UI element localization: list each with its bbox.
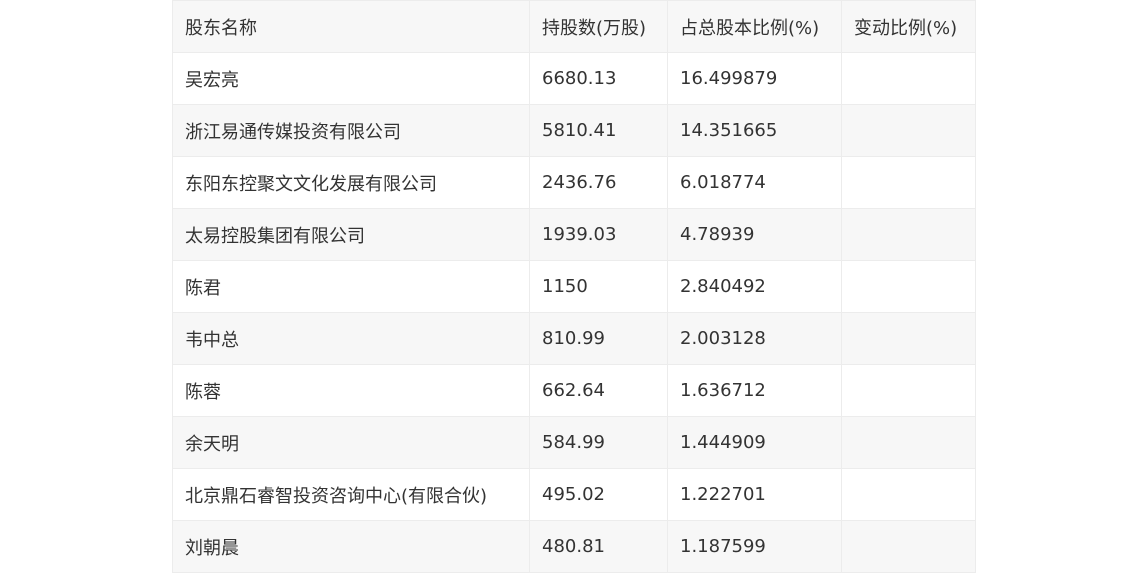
cell-change-ratio (841, 312, 976, 365)
table-row: 北京鼎石睿智投资咨询中心(有限合伙) 495.02 1.222701 (172, 468, 976, 521)
table-row: 浙江易通传媒投资有限公司 5810.41 14.351665 (172, 104, 976, 157)
cell-shareholder-name: 北京鼎石睿智投资咨询中心(有限合伙) (172, 468, 530, 521)
table-row: 陈蓉 662.64 1.636712 (172, 364, 976, 417)
table-row: 陈君 1150 2.840492 (172, 260, 976, 313)
table-row: 韦中总 810.99 2.003128 (172, 312, 976, 365)
cell-change-ratio (841, 52, 976, 105)
table-row: 吴宏亮 6680.13 16.499879 (172, 52, 976, 105)
cell-share-ratio: 6.018774 (667, 156, 842, 209)
cell-shares-held: 1939.03 (529, 208, 668, 261)
shareholder-table-container: 股东名称 持股数(万股) 占总股本比例(%) 变动比例(%) 吴宏亮 6680.… (172, 0, 976, 573)
cell-change-ratio (841, 260, 976, 313)
cell-change-ratio (841, 520, 976, 573)
table-row: 东阳东控聚文文化发展有限公司 2436.76 6.018774 (172, 156, 976, 209)
cell-share-ratio: 1.222701 (667, 468, 842, 521)
shareholder-table: 股东名称 持股数(万股) 占总股本比例(%) 变动比例(%) 吴宏亮 6680.… (172, 0, 976, 573)
header-share-ratio: 占总股本比例(%) (667, 0, 842, 53)
cell-shares-held: 495.02 (529, 468, 668, 521)
cell-shareholder-name: 刘朝晨 (172, 520, 530, 573)
cell-share-ratio: 1.187599 (667, 520, 842, 573)
cell-change-ratio (841, 104, 976, 157)
table-row: 余天明 584.99 1.444909 (172, 416, 976, 469)
cell-share-ratio: 2.003128 (667, 312, 842, 365)
header-shareholder-name: 股东名称 (172, 0, 530, 53)
cell-shares-held: 584.99 (529, 416, 668, 469)
cell-shares-held: 5810.41 (529, 104, 668, 157)
cell-share-ratio: 1.444909 (667, 416, 842, 469)
cell-change-ratio (841, 156, 976, 209)
cell-change-ratio (841, 208, 976, 261)
cell-shareholder-name: 韦中总 (172, 312, 530, 365)
cell-share-ratio: 1.636712 (667, 364, 842, 417)
cell-change-ratio (841, 468, 976, 521)
cell-shareholder-name: 余天明 (172, 416, 530, 469)
table-row: 刘朝晨 480.81 1.187599 (172, 520, 976, 573)
cell-shareholder-name: 浙江易通传媒投资有限公司 (172, 104, 530, 157)
header-change-ratio: 变动比例(%) (841, 0, 976, 53)
cell-share-ratio: 4.78939 (667, 208, 842, 261)
table-row: 太易控股集团有限公司 1939.03 4.78939 (172, 208, 976, 261)
cell-share-ratio: 14.351665 (667, 104, 842, 157)
table-header-row: 股东名称 持股数(万股) 占总股本比例(%) 变动比例(%) (172, 0, 976, 53)
cell-shares-held: 662.64 (529, 364, 668, 417)
cell-shares-held: 6680.13 (529, 52, 668, 105)
cell-shareholder-name: 太易控股集团有限公司 (172, 208, 530, 261)
cell-share-ratio: 16.499879 (667, 52, 842, 105)
cell-shareholder-name: 陈君 (172, 260, 530, 313)
cell-shares-held: 1150 (529, 260, 668, 313)
cell-shareholder-name: 陈蓉 (172, 364, 530, 417)
header-shares-held: 持股数(万股) (529, 0, 668, 53)
cell-shares-held: 810.99 (529, 312, 668, 365)
cell-shareholder-name: 吴宏亮 (172, 52, 530, 105)
cell-change-ratio (841, 364, 976, 417)
cell-share-ratio: 2.840492 (667, 260, 842, 313)
cell-shares-held: 2436.76 (529, 156, 668, 209)
cell-shares-held: 480.81 (529, 520, 668, 573)
cell-change-ratio (841, 416, 976, 469)
cell-shareholder-name: 东阳东控聚文文化发展有限公司 (172, 156, 530, 209)
